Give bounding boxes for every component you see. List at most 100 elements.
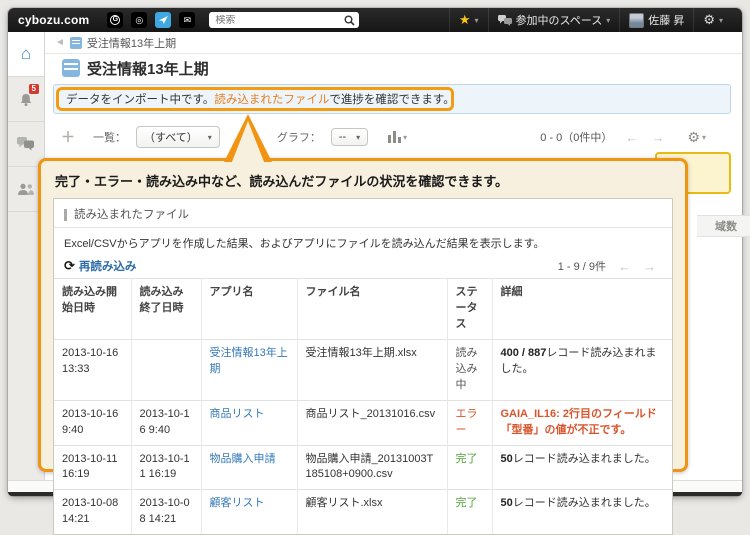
detail-text: レコード読み込まれました。 (513, 497, 656, 509)
cell-file-name: 物品購入申請_20131003T185108+0900.csv (297, 445, 447, 490)
cell-start-time: 2013-10-16 9:40 (54, 400, 131, 445)
cell-detail: GAIA_IL16: 2行目のフィールド「型番」の値が不正です。 (492, 400, 672, 445)
speech-bubbles-icon (498, 15, 512, 26)
chevron-down-icon: ▾ (356, 133, 360, 142)
cybozu-logo: cybozu.com (18, 13, 89, 27)
sidebar-item-home[interactable]: ⌂ (8, 32, 44, 77)
view-settings-button[interactable]: ⚙ ▾ (687, 129, 706, 146)
app-link[interactable]: 受注情報13年上期 (210, 347, 288, 375)
prev-page-icon[interactable]: ← (625, 130, 638, 145)
spaces-label: 参加中のスペース (516, 12, 603, 28)
avatar (629, 13, 644, 28)
top-navigation-bar: cybozu.com G ◎ ✉ ★ ▾ 参加中のスペース ▾ 佐藤 昇 ⚙ (8, 8, 742, 32)
app-link[interactable]: 商品リスト (210, 408, 265, 420)
cell-end-time: 2013-10-11 16:19 (131, 445, 201, 490)
next-page-icon[interactable]: → (643, 259, 656, 274)
cell-app-name: 受注情報13年上期 (201, 339, 297, 400)
app-window: cybozu.com G ◎ ✉ ★ ▾ 参加中のスペース ▾ 佐藤 昇 ⚙ (8, 8, 742, 496)
breadcrumb: ◄ 受注情報13年上期 (45, 32, 742, 54)
cell-detail: 50レコード読み込まれました。 (492, 490, 672, 534)
add-record-icon[interactable]: ＋ (61, 127, 75, 147)
callout-title: 完了・エラー・読み込み中など、読み込んだファイルの状況を確認できます。 (41, 161, 685, 198)
toolbar-right-cluster: 0 - 0（0件中） ← → ⚙ ▾ (540, 129, 706, 146)
detail-count: 50 (501, 453, 513, 465)
list-select[interactable]: （すべて） ▾ (136, 126, 220, 148)
view-toolbar: ＋ 一覧： （すべて） ▾ ▾ グラフ： -- ▾ ▾ 0 - 0（0件中） ← (45, 122, 742, 152)
chevron-down-icon: ▾ (606, 16, 610, 25)
detail-text: レコード読み込まれました。 (513, 453, 656, 465)
spaces-menu[interactable]: 参加中のスペース ▾ (488, 8, 620, 32)
detail-count: 400 / 887 (501, 347, 547, 359)
column-header: ステータス (447, 279, 492, 340)
cell-end-time: 2013-10-08 14:21 (131, 490, 201, 534)
notification-badge: 5 (29, 84, 39, 94)
office-icon[interactable]: ◎ (131, 12, 147, 28)
status-badge: エラー (456, 408, 478, 436)
settings-menu[interactable]: ⚙ ▾ (693, 8, 732, 32)
chevron-down-icon: ▾ (475, 16, 479, 25)
mail-icon[interactable]: ✉ (179, 12, 195, 28)
column-header: 詳細 (492, 279, 672, 340)
column-header: 読み込み開始日時 (54, 279, 131, 340)
back-icon[interactable]: ◄ (55, 37, 65, 48)
cell-detail: 400 / 887レコード読み込まれました。 (492, 339, 672, 400)
column-header: アプリ名 (201, 279, 297, 340)
cell-file-name: 受注情報13年上期.xlsx (297, 339, 447, 400)
panel-pagination-cluster: 1 - 9 / 9件 ← → (558, 258, 662, 274)
chevron-down-icon: ▾ (719, 16, 723, 25)
search-icon[interactable] (344, 15, 355, 26)
detail-text: GAIA_IL16: 2行目のフィールド「型番」の値が不正です。 (501, 408, 657, 436)
imported-files-link[interactable]: 読み込まれたファイル (214, 91, 329, 107)
help-callout: 完了・エラー・読み込み中など、読み込んだファイルの状況を確認できます。 読み込ま… (38, 158, 688, 472)
cell-end-time (131, 339, 201, 400)
cell-status: 読み込み中 (447, 339, 492, 400)
chat-bubbles-icon (17, 137, 35, 151)
app-mini-icon (70, 37, 82, 49)
cell-status: エラー (447, 400, 492, 445)
background-table-header-fragment: 域数 (697, 215, 750, 237)
panel-heading-row: 読み込まれたファイル (54, 199, 672, 228)
table-row: 2013-10-08 14:212013-10-08 14:21 顧客リスト 顧客リ… (54, 490, 672, 534)
status-badge: 完了 (456, 497, 478, 509)
column-header: 読み込み終了日時 (131, 279, 201, 340)
column-header: ファイル名 (297, 279, 447, 340)
cell-start-time: 2013-10-08 14:21 (54, 490, 131, 534)
table-row: 2013-10-16 13:33受注情報13年上期受注情報13年上期.xlsx読… (54, 339, 672, 400)
graph-select[interactable]: -- ▾ (331, 128, 368, 146)
favorites-menu[interactable]: ★ ▾ (449, 8, 488, 32)
garoon-icon[interactable]: G (107, 12, 123, 28)
search-input[interactable] (215, 15, 340, 26)
sidebar-item-notifications[interactable]: 5 (8, 77, 44, 122)
search-box[interactable] (209, 12, 359, 28)
panel-pagination: 1 - 9 / 9件 (558, 258, 606, 274)
reload-icon: ⟳ (64, 258, 75, 274)
app-link[interactable]: 顧客リスト (210, 497, 265, 509)
cell-start-time: 2013-10-11 16:19 (54, 445, 131, 490)
app-link[interactable]: 物品購入申請 (210, 453, 276, 465)
topbar-right-cluster: ★ ▾ 参加中のスペース ▾ 佐藤 昇 ⚙ ▾ (449, 8, 732, 32)
reload-button[interactable]: ⟳ 再読み込み (64, 258, 136, 274)
kintone-icon[interactable] (155, 12, 171, 28)
prev-page-icon[interactable]: ← (618, 259, 631, 274)
graph-select-value: -- (339, 131, 346, 143)
table-row: 2013-10-11 16:192013-10-11 16:19 物品購入申請 物品… (54, 445, 672, 490)
cell-end-time: 2013-10-16 9:40 (131, 400, 201, 445)
cell-app-name: 物品購入申請 (201, 445, 297, 490)
breadcrumb-app-label[interactable]: 受注情報13年上期 (87, 35, 176, 51)
cell-app-name: 商品リスト (201, 400, 297, 445)
cell-status: 完了 (447, 445, 492, 490)
notice-text-after: で進捗を確認できます。 (329, 91, 454, 107)
chevron-down-icon: ▾ (403, 133, 407, 142)
reload-label: 再読み込み (79, 258, 137, 274)
cell-detail: 50レコード読み込まれました。 (492, 445, 672, 490)
cell-status: 完了 (447, 490, 492, 534)
chart-button[interactable]: ▾ (388, 131, 407, 143)
next-page-icon[interactable]: → (651, 130, 664, 145)
user-menu[interactable]: 佐藤 昇 (619, 8, 693, 32)
gear-icon: ⚙ (687, 129, 700, 146)
cell-file-name: 顧客リスト.xlsx (297, 490, 447, 534)
page-title-row: 受注情報13年上期 (45, 54, 742, 82)
people-icon (17, 183, 35, 196)
list-label: 一覧： (93, 129, 126, 145)
bar-chart-icon (388, 131, 401, 143)
